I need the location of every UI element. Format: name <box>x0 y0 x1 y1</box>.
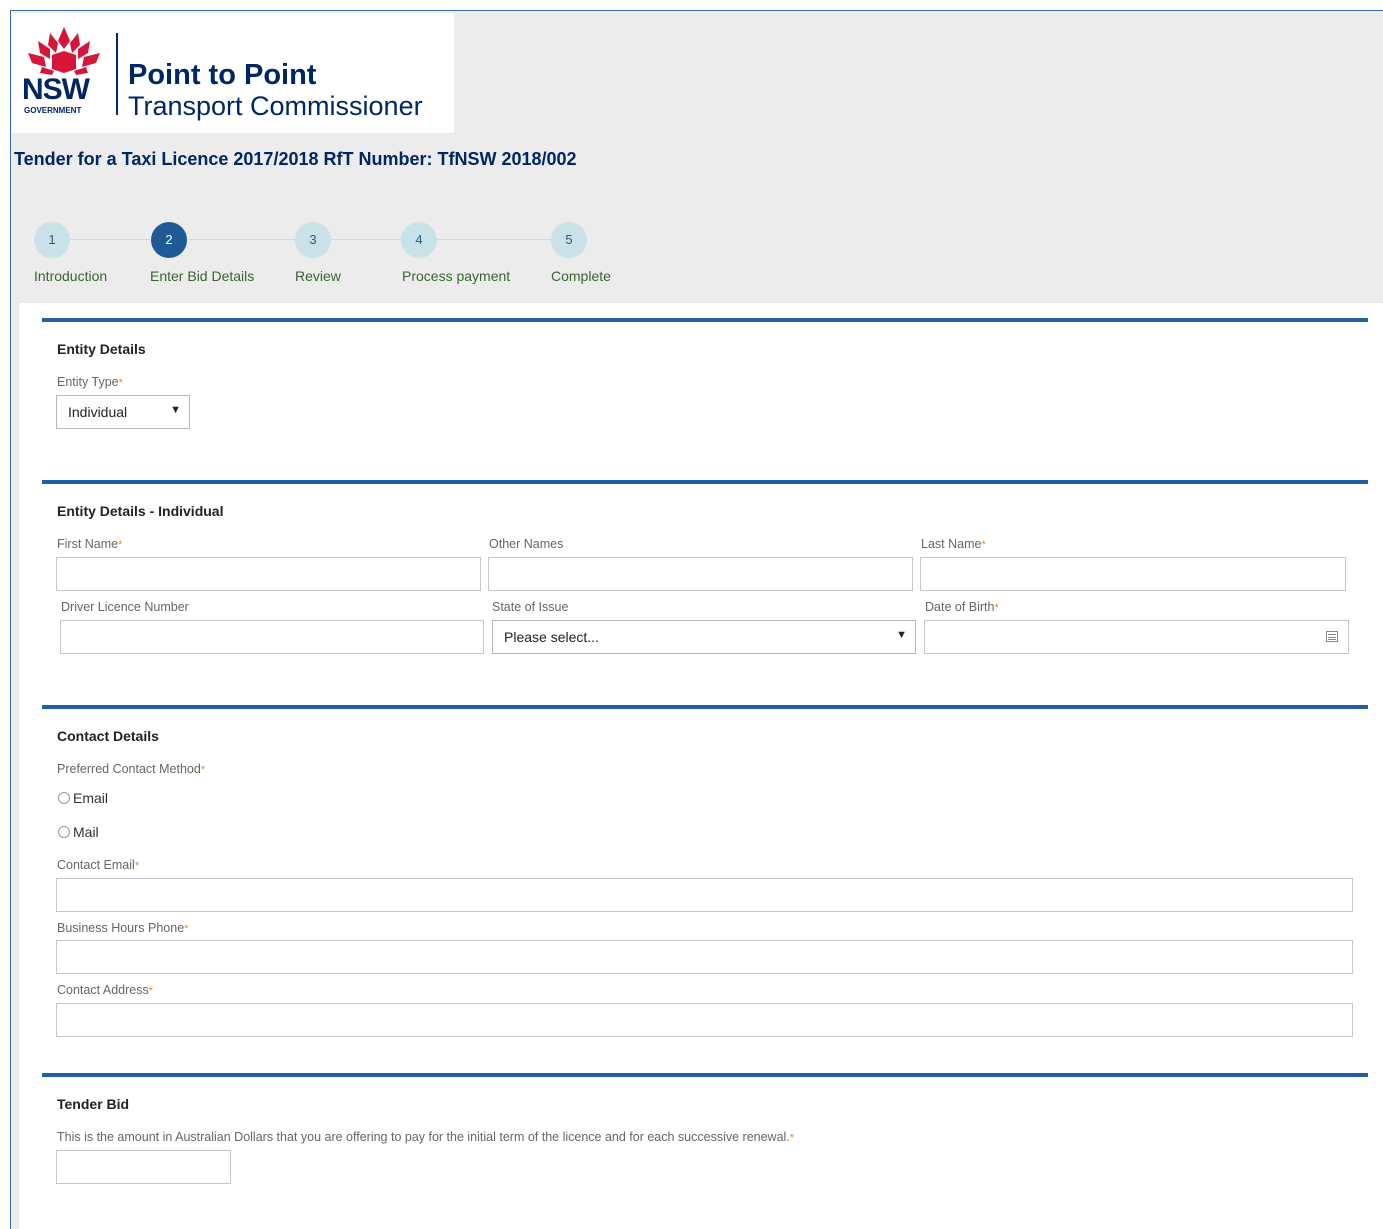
first-name-label: First Name* <box>57 537 123 551</box>
first-name-input[interactable] <box>56 557 481 591</box>
step-3-circle[interactable]: 3 <box>295 222 331 258</box>
page-title: Tender for a Taxi Licence 2017/2018 RfT … <box>14 149 577 169</box>
entity-type-select[interactable]: Individual ▼ <box>56 395 190 429</box>
form-panel <box>19 303 1383 1229</box>
individual-details-title: Entity Details - Individual <box>57 503 224 519</box>
brand-line-2: Transport Commissioner <box>128 91 423 121</box>
required-marker: * <box>118 377 123 389</box>
contact-method-email-radio[interactable]: Email <box>58 790 108 806</box>
radio-icon[interactable] <box>58 826 70 838</box>
step-connector <box>188 239 295 240</box>
contact-details-title: Contact Details <box>57 728 159 744</box>
step-5-label[interactable]: Complete <box>551 268 611 284</box>
step-connector <box>331 239 401 240</box>
contact-email-label: Contact Email* <box>57 858 140 872</box>
section-divider <box>42 1073 1368 1077</box>
required-marker: * <box>148 985 153 997</box>
logo-divider <box>116 33 118 115</box>
tender-bid-amount-input[interactable] <box>56 1150 231 1184</box>
step-connector <box>437 239 551 240</box>
required-marker: * <box>134 860 140 872</box>
progress-steps: 1 Introduction 2 Enter Bid Details 3 Rev… <box>0 222 700 292</box>
business-phone-input[interactable] <box>56 940 1353 974</box>
required-marker: * <box>184 923 189 935</box>
dob-input[interactable] <box>924 620 1349 654</box>
licence-number-label: Driver Licence Number <box>61 600 189 614</box>
government-wordmark: GOVERNMENT <box>24 106 82 115</box>
chevron-down-icon: ▼ <box>896 629 907 641</box>
step-connector <box>70 239 150 240</box>
other-names-input[interactable] <box>488 557 913 591</box>
section-divider <box>42 705 1368 709</box>
step-1-label[interactable]: Introduction <box>34 268 107 284</box>
step-1-circle[interactable]: 1 <box>34 222 70 258</box>
step-5-circle[interactable]: 5 <box>551 222 587 258</box>
required-marker: * <box>994 602 999 614</box>
email-option-label: Email <box>73 790 109 806</box>
contact-address-label: Contact Address* <box>57 983 153 997</box>
entity-details-title: Entity Details <box>57 341 146 357</box>
business-phone-label: Business Hours Phone* <box>57 921 189 935</box>
state-of-issue-select[interactable]: Please select... ▼ <box>492 620 916 654</box>
radio-icon[interactable] <box>58 792 70 804</box>
mail-option-label: Mail <box>73 824 99 840</box>
nsw-wordmark: NSW <box>22 73 90 106</box>
contact-email-input[interactable] <box>56 878 1353 912</box>
required-marker: * <box>981 539 986 551</box>
contact-method-label: Preferred Contact Method* <box>57 762 206 776</box>
step-2-label[interactable]: Enter Bid Details <box>150 268 254 284</box>
dob-label: Date of Birth* <box>925 600 999 614</box>
state-of-issue-label: State of Issue <box>492 600 569 614</box>
tender-bid-description: This is the amount in Australian Dollars… <box>57 1130 795 1144</box>
licence-number-input[interactable] <box>60 620 484 654</box>
required-marker: * <box>200 764 206 776</box>
section-divider <box>42 318 1368 322</box>
step-3-label[interactable]: Review <box>295 268 341 284</box>
contact-address-input[interactable] <box>56 1003 1353 1037</box>
step-4-circle[interactable]: 4 <box>401 222 437 258</box>
tender-bid-title: Tender Bid <box>57 1096 130 1112</box>
entity-type-value: Individual <box>68 404 128 420</box>
chevron-down-icon: ▼ <box>170 404 181 416</box>
waratah-icon <box>28 27 100 75</box>
logo: NSW GOVERNMENT Point to Point Transport … <box>12 13 454 133</box>
section-divider <box>42 480 1368 484</box>
state-of-issue-value: Please select... <box>504 629 599 645</box>
required-marker: * <box>118 539 123 551</box>
step-4-label[interactable]: Process payment <box>402 268 510 284</box>
step-2-circle[interactable]: 2 <box>151 222 187 258</box>
last-name-input[interactable] <box>920 557 1346 591</box>
required-marker: * <box>789 1132 795 1144</box>
brand-line-1: Point to Point <box>128 59 317 91</box>
contact-method-mail-radio[interactable]: Mail <box>58 824 99 840</box>
calendar-icon[interactable] <box>1326 631 1338 642</box>
last-name-label: Last Name* <box>921 537 986 551</box>
entity-type-label: Entity Type* <box>57 375 123 389</box>
other-names-label: Other Names <box>489 537 564 551</box>
